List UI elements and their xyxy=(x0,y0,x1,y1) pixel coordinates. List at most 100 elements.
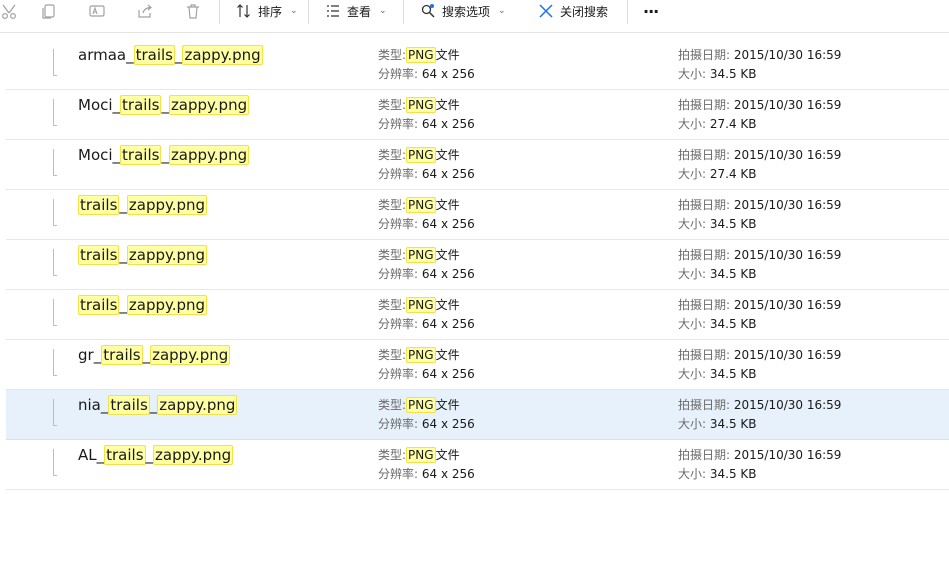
sort-button[interactable]: 排序 ⌄ xyxy=(236,1,298,21)
type-label: 类型: xyxy=(378,198,407,212)
file-name: Moci_ trails _ zappy.png xyxy=(78,95,250,115)
list-item[interactable]: trails _ zappy.png 类型: PNG 文件 分辨率: 64 x 256 拍摄日… xyxy=(6,190,949,240)
file-type: PNG xyxy=(406,247,436,263)
date-label: 拍摄日期: xyxy=(678,398,731,412)
file-name-separator: _ xyxy=(142,346,151,364)
share-icon[interactable] xyxy=(136,2,154,20)
file-name-prefix: armaa_ xyxy=(78,46,134,64)
type-label: 类型: xyxy=(378,48,407,62)
date-label: 拍摄日期: xyxy=(678,298,731,312)
type-suffix: 文件 xyxy=(435,98,460,112)
list-item[interactable]: nia_ trails _ zappy.png 类型: PNG 文件 分辨率: 64 x 25… xyxy=(6,390,949,440)
file-type-info: 类型: PNG 文件 分辨率: 64 x 256 xyxy=(378,396,475,434)
file-thumbnail xyxy=(53,449,57,476)
size-label: 大小: xyxy=(678,67,707,81)
type-label: 类型: xyxy=(378,148,407,162)
resolution-value: 64 x 256 xyxy=(421,67,475,81)
list-item[interactable]: Moci_ trails _ zappy.png 类型: PNG 文件 分辨率: 64 x 2… xyxy=(6,90,949,140)
list-item[interactable]: gr_ trails _ zappy.png 类型: PNG 文件 分辨率: 64 x 256… xyxy=(6,340,949,390)
type-suffix: 文件 xyxy=(435,448,460,462)
date-label: 拍摄日期: xyxy=(678,348,731,362)
search-highlight: trails xyxy=(120,95,162,115)
type-suffix: 文件 xyxy=(435,298,460,312)
date-value: 2015/10/30 16:59 xyxy=(733,448,842,462)
size-value: 34.5 KB xyxy=(709,267,757,281)
size-label: 大小: xyxy=(678,317,707,331)
search-highlight: zappy.png xyxy=(126,295,208,315)
file-name: AL_ trails _ zappy.png xyxy=(78,445,234,465)
search-highlight: trails xyxy=(133,45,175,65)
size-label: 大小: xyxy=(678,367,707,381)
list-item[interactable]: armaa_ trails _ zappy.png 类型: PNG 文件 分辨率: 64 x … xyxy=(6,40,949,90)
resolution-value: 64 x 256 xyxy=(421,117,475,131)
resolution-label: 分辨率: xyxy=(378,417,419,431)
type-suffix: 文件 xyxy=(435,398,460,412)
file-type: PNG xyxy=(406,447,436,463)
date-label: 拍摄日期: xyxy=(678,198,731,212)
chevron-down-icon: ⌄ xyxy=(290,6,298,16)
file-name: Moci_ trails _ zappy.png xyxy=(78,145,250,165)
more-options-button[interactable]: ··· xyxy=(643,1,659,21)
toolbar-divider xyxy=(308,0,309,24)
toolbar-divider xyxy=(219,0,220,24)
type-suffix: 文件 xyxy=(435,198,460,212)
list-item[interactable]: trails _ zappy.png 类型: PNG 文件 分辨率: 64 x 256 拍摄日… xyxy=(6,290,949,340)
file-name-separator: _ xyxy=(145,446,154,464)
type-label: 类型: xyxy=(378,298,407,312)
file-name: trails _ zappy.png xyxy=(78,195,208,215)
cut-icon[interactable] xyxy=(0,2,18,20)
file-date-info: 拍摄日期: 2015/10/30 16:59 大小: 34.5 KB xyxy=(678,396,841,434)
type-label: 类型: xyxy=(378,398,407,412)
size-label: 大小: xyxy=(678,267,707,281)
file-name: gr_ trails _ zappy.png xyxy=(78,345,231,365)
search-highlight: zappy.png xyxy=(157,395,238,415)
search-highlight: zappy.png xyxy=(126,245,208,265)
resolution-label: 分辨率: xyxy=(378,67,419,81)
date-label: 拍摄日期: xyxy=(678,248,731,262)
file-type-info: 类型: PNG 文件 分辨率: 64 x 256 xyxy=(378,96,475,134)
date-label: 拍摄日期: xyxy=(678,148,731,162)
file-name-separator: _ xyxy=(161,146,169,164)
resolution-value: 64 x 256 xyxy=(421,267,475,281)
resolution-value: 64 x 256 xyxy=(421,467,475,481)
rename-icon[interactable] xyxy=(88,2,106,20)
file-name-prefix: AL_ xyxy=(78,446,105,464)
search-highlight: trails xyxy=(78,195,120,215)
search-highlight: trails xyxy=(78,295,120,315)
file-name-separator: _ xyxy=(119,246,127,264)
type-suffix: 文件 xyxy=(435,248,460,262)
size-label: 大小: xyxy=(678,217,707,231)
type-label: 类型: xyxy=(378,98,407,112)
size-value: 34.5 KB xyxy=(709,217,757,231)
size-value: 34.5 KB xyxy=(709,367,757,381)
list-item[interactable]: trails _ zappy.png 类型: PNG 文件 分辨率: 64 x 256 拍摄日… xyxy=(6,240,949,290)
file-thumbnail xyxy=(53,99,57,126)
date-value: 2015/10/30 16:59 xyxy=(733,198,842,212)
file-date-info: 拍摄日期: 2015/10/30 16:59 大小: 34.5 KB xyxy=(678,446,841,484)
file-thumbnail xyxy=(53,199,57,226)
command-bar: 排序 ⌄ 查看 ⌄ 搜索选项 ⌄ 关闭搜索 ··· xyxy=(0,0,949,33)
file-type: PNG xyxy=(406,347,436,363)
sort-icon xyxy=(237,4,250,18)
date-value: 2015/10/30 16:59 xyxy=(733,98,842,112)
search-highlight: trails xyxy=(104,445,146,465)
resolution-value: 64 x 256 xyxy=(421,167,475,181)
list-item[interactable]: AL_ trails _ zappy.png 类型: PNG 文件 分辨率: 64 x 256… xyxy=(6,440,949,490)
list-item[interactable]: Moci_ trails _ zappy.png 类型: PNG 文件 分辨率: 64 x 2… xyxy=(6,140,949,190)
date-value: 2015/10/30 16:59 xyxy=(733,298,842,312)
file-type: PNG xyxy=(406,147,436,163)
close-search-button[interactable]: 关闭搜索 xyxy=(538,1,608,21)
type-suffix: 文件 xyxy=(435,148,460,162)
copy-icon[interactable] xyxy=(40,2,58,20)
resolution-label: 分辨率: xyxy=(378,467,419,481)
view-button[interactable]: 查看 ⌄ xyxy=(325,1,387,21)
date-value: 2015/10/30 16:59 xyxy=(733,148,842,162)
view-label: 查看 xyxy=(347,4,372,19)
date-label: 拍摄日期: xyxy=(678,448,731,462)
search-options-button[interactable]: 搜索选项 ⌄ xyxy=(420,1,506,21)
sort-label: 排序 xyxy=(258,4,283,19)
close-icon xyxy=(539,4,553,18)
delete-icon[interactable] xyxy=(184,2,202,20)
search-highlight: zappy.png xyxy=(153,445,234,465)
search-highlight: zappy.png xyxy=(126,195,208,215)
